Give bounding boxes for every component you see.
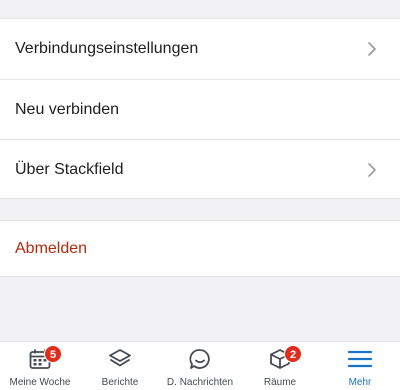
bottom-tab-bar: 5 Meine Woche Berichte D. Nachrichten 2 …: [0, 341, 400, 390]
notification-badge: 2: [284, 345, 302, 363]
tab-label: Berichte: [101, 377, 139, 388]
chevron-right-icon: [368, 162, 376, 177]
tab-label: Räume: [263, 377, 297, 388]
about-stackfield-label: Über Stackfield: [15, 160, 124, 178]
tab-label: Meine Woche: [9, 377, 71, 388]
logout-label: Abmelden: [15, 239, 88, 257]
calendar-icon: 5: [27, 345, 62, 371]
reconnect-item[interactable]: Neu verbinden: [0, 79, 400, 139]
connection-settings-label: Verbindungseinstellungen: [15, 40, 199, 57]
tab-my-week[interactable]: 5 Meine Woche: [0, 342, 80, 390]
settings-screen: Verbindungseinstellungen Neu verbinden Ü…: [0, 0, 400, 390]
tab-more[interactable]: Mehr: [320, 342, 400, 390]
tab-direct-messages[interactable]: D. Nachrichten: [160, 342, 240, 390]
about-stackfield-item[interactable]: Über Stackfield: [0, 139, 400, 199]
reconnect-label: Neu verbinden: [15, 100, 120, 118]
logout-section: Abmelden: [0, 220, 400, 277]
cube-icon: 2: [267, 345, 302, 371]
settings-list: Verbindungseinstellungen Neu verbinden Ü…: [0, 18, 400, 199]
menu-icon: [347, 347, 373, 371]
tab-reports[interactable]: Berichte: [80, 342, 160, 390]
chat-bubble-icon: [187, 347, 213, 371]
tab-label: D. Nachrichten: [166, 377, 234, 388]
tab-label: Mehr: [348, 377, 372, 388]
layers-icon: [107, 347, 133, 371]
logout-button[interactable]: Abmelden: [0, 221, 400, 276]
connection-settings-item[interactable]: Verbindungseinstellungen: [0, 19, 400, 79]
chevron-right-icon: [368, 42, 376, 56]
notification-badge: 5: [44, 345, 62, 363]
tab-rooms[interactable]: 2 Räume: [240, 342, 320, 390]
